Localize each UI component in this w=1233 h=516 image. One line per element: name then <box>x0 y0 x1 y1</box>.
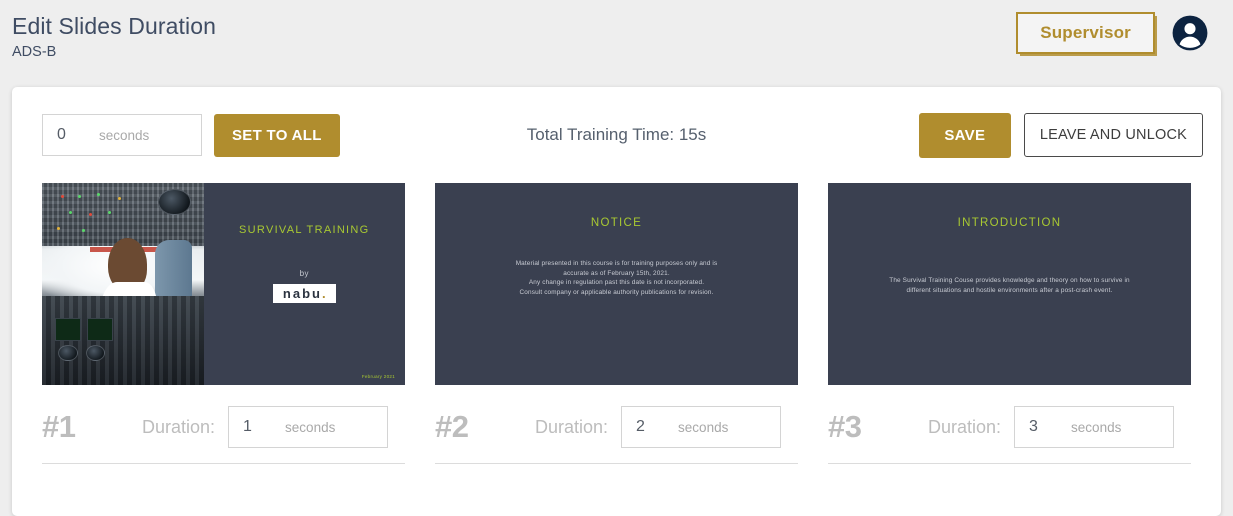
role-badge-supervisor[interactable]: Supervisor <box>1016 12 1155 54</box>
header-actions: Supervisor <box>1016 12 1209 54</box>
slide-thumbnail[interactable]: SURVIVAL TRAINING by nabu. February 2021 <box>42 183 405 385</box>
content-card: seconds SET TO ALL Total Training Time: … <box>12 87 1221 516</box>
slide-duration-unit-label: seconds <box>678 419 729 435</box>
row-divider <box>42 463 405 464</box>
slide-cell: INTRODUCTION The Survival Training Couse… <box>828 183 1191 464</box>
row-divider <box>435 463 798 464</box>
bulk-duration-field[interactable]: seconds <box>42 114 202 156</box>
account-circle-icon[interactable] <box>1171 14 1209 52</box>
cockpit-photo <box>42 183 204 385</box>
slide-body-line: The Survival Training Couse provides kno… <box>889 277 1130 284</box>
duration-label: Duration: <box>142 416 216 437</box>
slide-duration-input[interactable] <box>239 418 286 436</box>
slide-duration-input[interactable] <box>1025 418 1072 436</box>
slide-heading: NOTICE <box>590 217 643 229</box>
bulk-duration-unit-label: seconds <box>99 127 150 143</box>
bulk-duration-input[interactable] <box>53 126 99 144</box>
slide-body-text: Material presented in this course is for… <box>445 259 788 297</box>
slide-body-line: Consult company or applicable authority … <box>519 288 714 296</box>
slide-title-block: NOTICE Material presented in this course… <box>435 183 798 385</box>
nabu-logo-text: nabu <box>282 286 322 301</box>
page-header: Edit Slides Duration ADS-B Supervisor <box>0 0 1233 87</box>
slide-cell: SURVIVAL TRAINING by nabu. February 2021… <box>42 183 405 464</box>
slide-number: #2 <box>435 409 469 444</box>
nabu-logo: nabu. <box>272 284 336 303</box>
slide-duration-field[interactable]: seconds <box>621 406 782 448</box>
nabu-logo-dot: . <box>321 286 328 301</box>
slide-thumbnail[interactable]: INTRODUCTION The Survival Training Couse… <box>828 183 1191 385</box>
slide-body-line: accurate as of February 15th, 2021. <box>563 269 670 277</box>
duration-row: #3 Duration: seconds <box>828 385 1191 463</box>
set-to-all-button[interactable]: SET TO ALL <box>214 113 340 157</box>
slide-thumbnail[interactable]: NOTICE Material presented in this course… <box>435 183 798 385</box>
slide-heading: INTRODUCTION <box>957 217 1062 229</box>
toolbar: seconds SET TO ALL Total Training Time: … <box>12 87 1221 183</box>
slide-duration-field[interactable]: seconds <box>1014 406 1175 448</box>
duration-label: Duration: <box>535 416 609 437</box>
toolbar-right-actions: SAVE LEAVE AND UNLOCK <box>918 112 1203 158</box>
slide-duration-input[interactable] <box>632 418 679 436</box>
slide-date: February 2021 <box>361 374 395 379</box>
slide-title-block: SURVIVAL TRAINING by nabu. February 2021 <box>204 183 405 385</box>
slide-duration-unit-label: seconds <box>285 419 336 435</box>
slide-body-text: The Survival Training Couse provides kno… <box>838 276 1181 295</box>
duration-row: #2 Duration: seconds <box>435 385 798 463</box>
slide-number: #3 <box>828 409 862 444</box>
duration-row: #1 Duration: seconds <box>42 385 405 463</box>
save-button[interactable]: SAVE <box>918 112 1011 158</box>
slide-duration-field[interactable]: seconds <box>228 406 389 448</box>
slide-body-line: Any change in regulation past this date … <box>528 279 705 286</box>
slide-number: #1 <box>42 409 76 444</box>
slide-title-block: INTRODUCTION The Survival Training Couse… <box>828 183 1191 385</box>
slide-heading: SURVIVAL TRAINING <box>239 224 370 236</box>
leave-and-unlock-button[interactable]: LEAVE AND UNLOCK <box>1023 113 1203 157</box>
slide-byline: by <box>299 269 309 278</box>
slide-body-line: different situations and hostile environ… <box>906 286 1113 294</box>
slides-grid: SURVIVAL TRAINING by nabu. February 2021… <box>12 183 1221 464</box>
slide-duration-unit-label: seconds <box>1071 419 1122 435</box>
row-divider <box>828 463 1191 464</box>
slide-body-line: Material presented in this course is for… <box>515 260 718 267</box>
duration-label: Duration: <box>928 416 1002 437</box>
slide-cell: NOTICE Material presented in this course… <box>435 183 798 464</box>
